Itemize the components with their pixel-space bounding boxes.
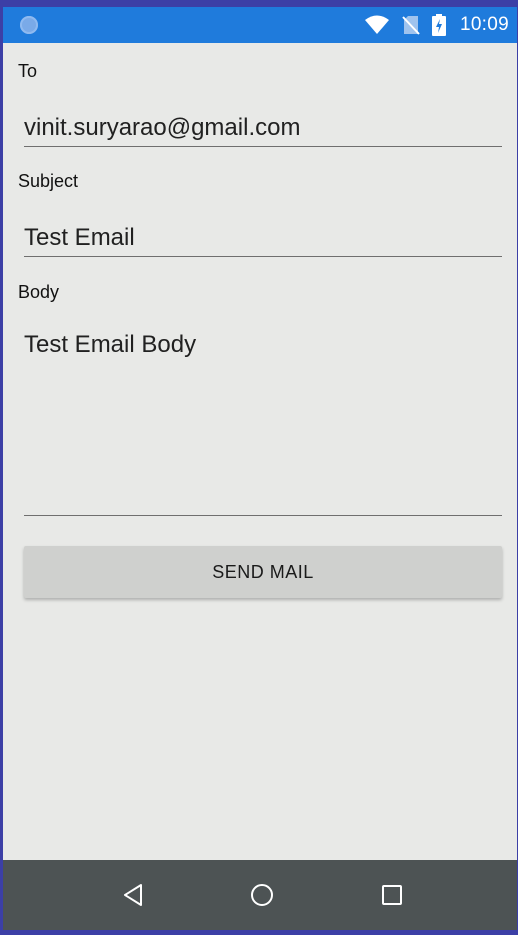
home-icon[interactable] [227, 860, 297, 930]
to-label: To [18, 61, 38, 81]
subject-label: Subject [18, 171, 79, 191]
subject-input[interactable] [24, 220, 502, 257]
body-input[interactable]: Test Email Body [24, 327, 502, 516]
send-mail-button[interactable]: SEND MAIL [24, 546, 502, 598]
wifi-icon [364, 15, 390, 35]
recents-icon[interactable] [357, 860, 427, 930]
notification-dot-icon [20, 16, 38, 34]
status-bar: 10:09 [3, 7, 517, 43]
navigation-bar [3, 860, 517, 930]
back-icon[interactable] [98, 860, 168, 930]
status-icons: 10:09 [364, 7, 509, 43]
battery-charging-icon [431, 14, 446, 36]
body-label: Body [18, 282, 60, 302]
to-input[interactable] [24, 110, 502, 147]
app-screen: 10:09 To Subject Body Test Email Body SE… [3, 7, 517, 930]
status-time: 10:09 [459, 14, 509, 35]
no-sim-icon [402, 15, 420, 35]
